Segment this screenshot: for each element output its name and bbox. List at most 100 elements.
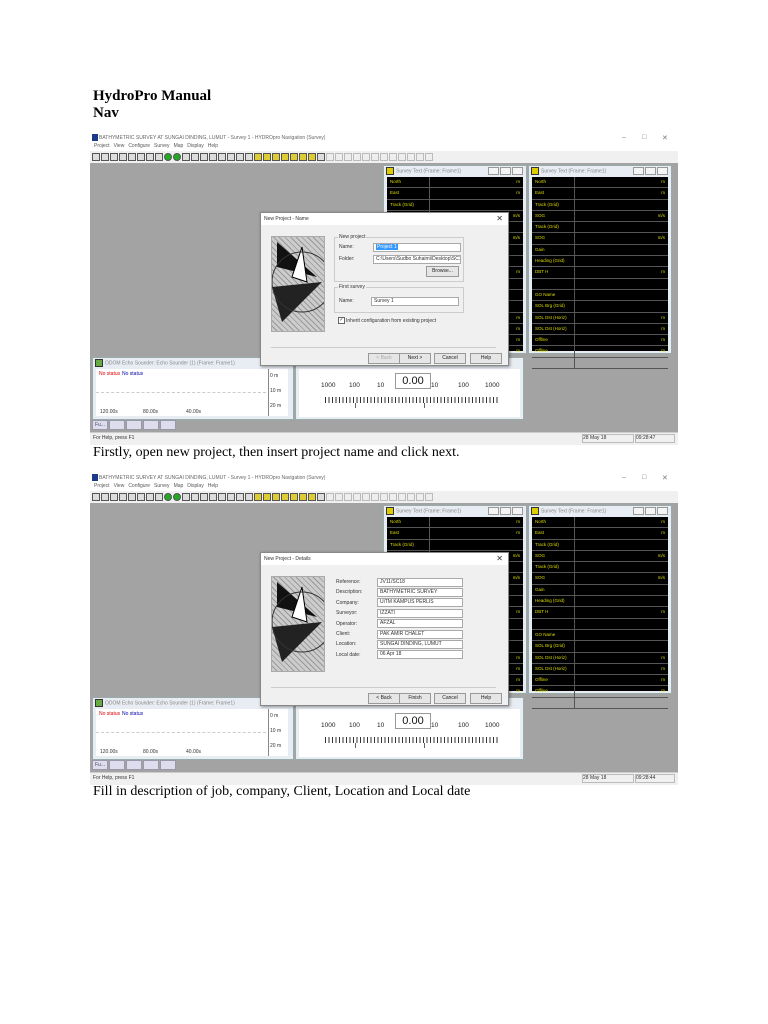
toolbar-button-icon[interactable] bbox=[308, 153, 316, 161]
panel-close-button[interactable] bbox=[657, 167, 668, 175]
dialog-close-button[interactable]: ✕ bbox=[496, 214, 503, 223]
menu-configure[interactable]: Configure bbox=[128, 143, 150, 149]
toolbar-button-icon[interactable] bbox=[245, 493, 253, 501]
dialog-close-button[interactable]: ✕ bbox=[496, 554, 503, 563]
next-button[interactable]: Finish bbox=[399, 693, 431, 704]
menu-survey[interactable]: Survey bbox=[154, 483, 170, 489]
back-button[interactable]: < Back bbox=[368, 693, 400, 704]
toolbar-button-icon[interactable] bbox=[308, 493, 316, 501]
toolbar-button-icon[interactable] bbox=[281, 153, 289, 161]
toolbar-button-icon[interactable] bbox=[128, 153, 136, 161]
toolbar-button-icon[interactable] bbox=[137, 493, 145, 501]
field-input-client[interactable]: PAK AMIR CHALET bbox=[377, 629, 463, 639]
toolbar-button-icon[interactable] bbox=[191, 493, 199, 501]
toolbar-button-icon[interactable] bbox=[92, 153, 100, 161]
toolbar-button-icon[interactable] bbox=[236, 493, 244, 501]
menu-display[interactable]: Display bbox=[187, 143, 203, 149]
toolbar-button-icon[interactable] bbox=[398, 493, 406, 501]
toolbar-button-icon[interactable] bbox=[182, 153, 190, 161]
toolbar-button-icon[interactable] bbox=[416, 153, 424, 161]
frame-tab[interactable] bbox=[109, 420, 125, 430]
toolbar-button-icon[interactable] bbox=[200, 153, 208, 161]
toolbar-button-icon[interactable] bbox=[254, 493, 262, 501]
toolbar-button-icon[interactable] bbox=[218, 493, 226, 501]
frame-tab[interactable] bbox=[143, 420, 159, 430]
toolbar-button-icon[interactable] bbox=[209, 493, 217, 501]
browse-button[interactable]: Browse... bbox=[426, 266, 459, 277]
toolbar-button-icon[interactable] bbox=[425, 493, 433, 501]
toolbar-button-icon[interactable] bbox=[119, 153, 127, 161]
toolbar-button-icon[interactable] bbox=[218, 153, 226, 161]
frame-tab[interactable] bbox=[160, 760, 176, 770]
frame-tab[interactable]: Fu... bbox=[92, 760, 108, 770]
field-input-description[interactable]: BATHYMETRIC SURVEY bbox=[377, 587, 463, 597]
toolbar-button-icon[interactable] bbox=[407, 153, 415, 161]
toolbar-button-icon[interactable] bbox=[371, 153, 379, 161]
menu-project[interactable]: Project bbox=[94, 143, 110, 149]
minimize-button[interactable]: – bbox=[622, 134, 626, 141]
frame-tab[interactable] bbox=[126, 420, 142, 430]
field-input-operator[interactable]: AFZAL bbox=[377, 619, 463, 629]
frame-tab[interactable]: Fu... bbox=[92, 420, 108, 430]
menu-map[interactable]: Map bbox=[174, 483, 184, 489]
toolbar-button-icon[interactable] bbox=[344, 153, 352, 161]
menu-map[interactable]: Map bbox=[174, 143, 184, 149]
toolbar-button-icon[interactable] bbox=[317, 493, 325, 501]
panel-close-button[interactable] bbox=[657, 507, 668, 515]
toolbar-button-icon[interactable] bbox=[155, 153, 163, 161]
toolbar-button-icon[interactable] bbox=[299, 153, 307, 161]
toolbar-button-icon[interactable] bbox=[164, 153, 172, 161]
toolbar-button-icon[interactable] bbox=[263, 153, 271, 161]
toolbar-button-icon[interactable] bbox=[299, 493, 307, 501]
toolbar-button-icon[interactable] bbox=[110, 153, 118, 161]
toolbar-button-icon[interactable] bbox=[137, 153, 145, 161]
toolbar-button-icon[interactable] bbox=[182, 493, 190, 501]
survey-name-input[interactable]: Survey 1 bbox=[371, 297, 459, 306]
frame-tab[interactable] bbox=[126, 760, 142, 770]
menu-view[interactable]: View bbox=[114, 483, 125, 489]
toolbar-button-icon[interactable] bbox=[353, 153, 361, 161]
close-button[interactable]: ✕ bbox=[662, 474, 668, 482]
menu-view[interactable]: View bbox=[114, 143, 125, 149]
toolbar-button-icon[interactable] bbox=[371, 493, 379, 501]
cancel-button[interactable]: Cancel bbox=[434, 693, 466, 704]
field-input-surveyor[interactable]: IZZATI bbox=[377, 608, 463, 618]
toolbar-button-icon[interactable] bbox=[353, 493, 361, 501]
panel-close-button[interactable] bbox=[512, 507, 523, 515]
toolbar-button-icon[interactable] bbox=[290, 493, 298, 501]
toolbar-button-icon[interactable] bbox=[119, 493, 127, 501]
inherit-checkbox[interactable]: ✓ bbox=[338, 317, 345, 324]
toolbar-button-icon[interactable] bbox=[173, 153, 181, 161]
toolbar-button-icon[interactable] bbox=[146, 493, 154, 501]
maximize-button[interactable]: □ bbox=[642, 474, 646, 481]
toolbar-button-icon[interactable] bbox=[380, 493, 388, 501]
project-name-input[interactable]: Project 1 bbox=[373, 243, 461, 252]
toolbar-button-icon[interactable] bbox=[362, 493, 370, 501]
toolbar-button-icon[interactable] bbox=[326, 153, 334, 161]
frame-tab[interactable] bbox=[143, 760, 159, 770]
toolbar-button-icon[interactable] bbox=[173, 493, 181, 501]
toolbar-button-icon[interactable] bbox=[227, 153, 235, 161]
close-button[interactable]: ✕ bbox=[662, 134, 668, 142]
toolbar-button-icon[interactable] bbox=[110, 493, 118, 501]
next-button[interactable]: Next > bbox=[399, 353, 431, 364]
field-input-localdate[interactable]: 06 Apr 18 bbox=[377, 650, 463, 660]
toolbar-button-icon[interactable] bbox=[335, 153, 343, 161]
toolbar-button-icon[interactable] bbox=[128, 493, 136, 501]
panel-close-button[interactable] bbox=[512, 167, 523, 175]
toolbar-button-icon[interactable] bbox=[389, 493, 397, 501]
panel-minimize-button[interactable] bbox=[633, 167, 644, 175]
help-button[interactable]: Help bbox=[470, 353, 502, 364]
toolbar-button-icon[interactable] bbox=[146, 153, 154, 161]
panel-maximize-button[interactable] bbox=[500, 507, 511, 515]
help-button[interactable]: Help bbox=[470, 693, 502, 704]
menu-display[interactable]: Display bbox=[187, 483, 203, 489]
toolbar-button-icon[interactable] bbox=[407, 493, 415, 501]
panel-maximize-button[interactable] bbox=[645, 167, 656, 175]
toolbar-button-icon[interactable] bbox=[272, 493, 280, 501]
cancel-button[interactable]: Cancel bbox=[434, 353, 466, 364]
toolbar-button-icon[interactable] bbox=[191, 153, 199, 161]
toolbar-button-icon[interactable] bbox=[209, 153, 217, 161]
panel-minimize-button[interactable] bbox=[633, 507, 644, 515]
menu-survey[interactable]: Survey bbox=[154, 143, 170, 149]
